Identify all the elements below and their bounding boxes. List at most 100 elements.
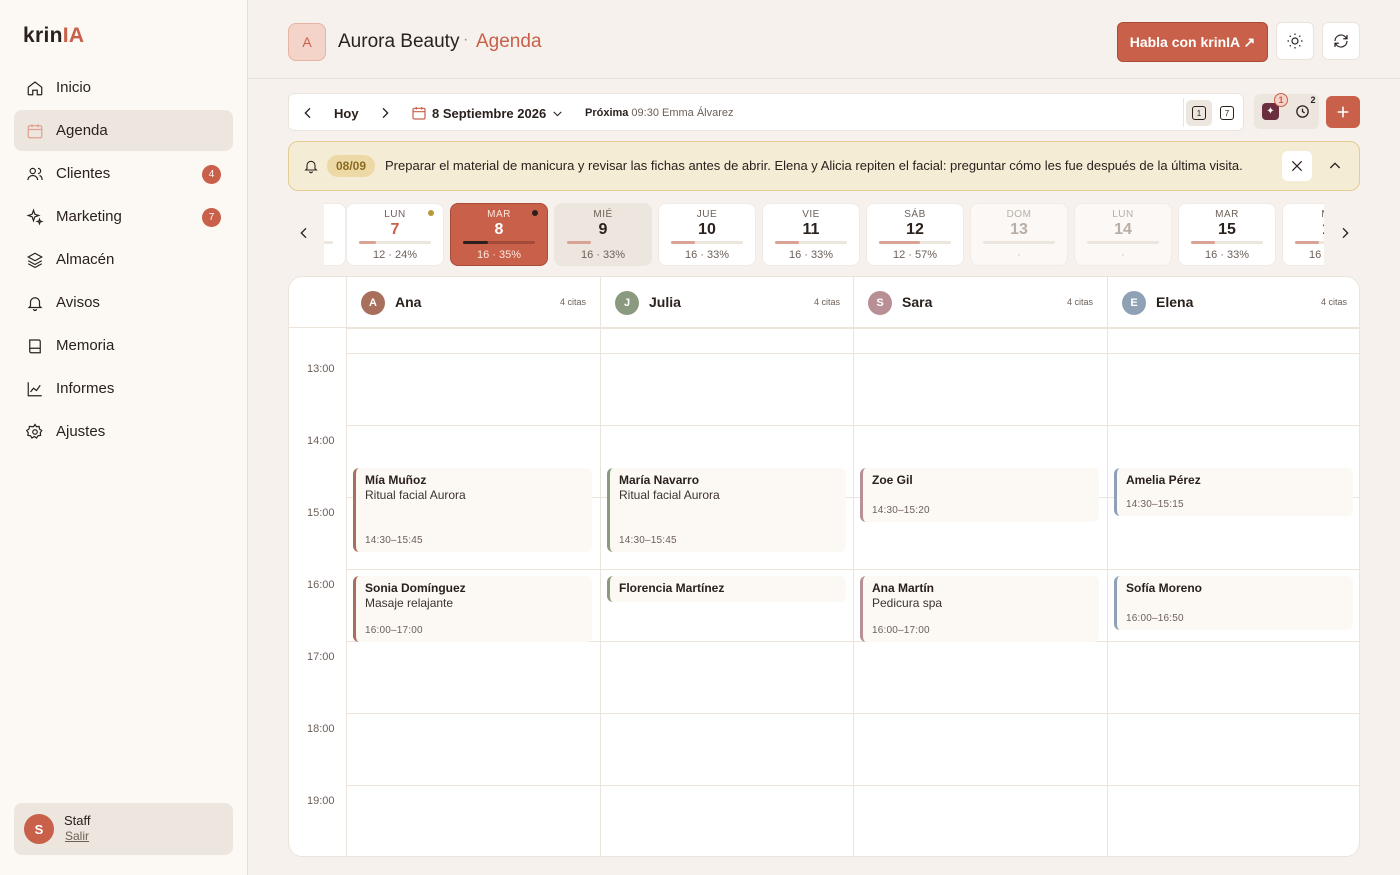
agenda-toolbar: Hoy 8 Septiembre 2026 Próxima 09:30 Emma…	[288, 93, 1244, 131]
day-number: 11	[802, 221, 820, 238]
day-card[interactable]: JUE 10 16 · 33%	[658, 203, 756, 266]
client-name: Sonia Domínguez	[365, 581, 466, 595]
day-summary: 16 · 35%	[476, 249, 522, 261]
sidebar-item-memoria[interactable]: Memoria	[14, 325, 233, 366]
close-icon	[1291, 160, 1303, 172]
staff-column-header[interactable]: J Julia 4 citas	[600, 277, 854, 328]
theme-toggle-button[interactable]	[1276, 22, 1314, 60]
day-card[interactable]: MAR 15 16 · 33%	[1178, 203, 1276, 266]
sidebar-item-ajustes[interactable]: Ajustes	[14, 411, 233, 452]
view-switcher: 1 7	[1183, 98, 1239, 127]
occupancy-fill	[671, 241, 695, 244]
sidebar-item-almacen[interactable]: Almacén	[14, 239, 233, 280]
next-day-button[interactable]	[377, 94, 393, 132]
day-card[interactable]: SÁB 12 12 · 57%	[866, 203, 964, 266]
chevron-right-icon[interactable]	[1337, 225, 1353, 241]
occupancy-bar	[983, 241, 1055, 244]
sun-icon	[1287, 33, 1303, 49]
occupancy-fill	[463, 241, 489, 244]
staff-avatar: E	[1122, 291, 1146, 315]
column-divider	[600, 328, 601, 856]
logout-link[interactable]: Salir	[65, 829, 89, 843]
day-view-button[interactable]: 1	[1186, 100, 1212, 126]
day-card[interactable]: LUN 14 ·	[1074, 203, 1172, 266]
day-card[interactable]: VIE 11 16 · 33%	[762, 203, 860, 266]
business-avatar: A	[288, 23, 326, 61]
day-number: 12	[906, 221, 924, 238]
chevron-left-icon[interactable]	[296, 225, 312, 241]
talk-to-krinia-button[interactable]: Habla con krinIA ↗	[1117, 22, 1268, 62]
day-card[interactable]: MIÉ 9 16 · 33%	[554, 203, 652, 266]
hour-label: 14:00	[307, 435, 335, 447]
staff-column-header[interactable]: E Elena 4 citas	[1107, 277, 1359, 328]
column-divider	[853, 328, 854, 856]
sparkles-icon	[26, 207, 44, 226]
chevron-right-icon	[382, 107, 389, 119]
hour-label: 17:00	[307, 651, 335, 663]
date-picker-button[interactable]: 8 Septiembre 2026	[411, 94, 564, 132]
sidebar-item-informes[interactable]: Informes	[14, 368, 233, 409]
close-notice-button[interactable]	[1282, 151, 1312, 181]
client-name: Zoe Gil	[872, 473, 913, 487]
staff-name: Elena	[1156, 294, 1194, 310]
pending-badge: 2	[1310, 95, 1316, 105]
day-summary: ·	[1017, 249, 1021, 261]
day-of-week: MIÉ	[1283, 209, 1324, 220]
refresh-button[interactable]	[1322, 22, 1360, 60]
sidebar-item-marketing[interactable]: Marketing 7	[14, 196, 233, 237]
sidebar-item-avisos[interactable]: Avisos	[14, 282, 233, 323]
sidebar-item-label: Agenda	[56, 122, 108, 139]
appointment-card[interactable]: Sonia Domínguez Masaje relajante 16:00–17:…	[353, 576, 592, 642]
sidebar-item-clientes[interactable]: Clientes 4	[14, 153, 233, 194]
next-appointment[interactable]: Próxima 09:30 Emma Álvarez	[585, 94, 734, 132]
sidebar-item-label: Almacén	[56, 251, 115, 268]
sidebar-item-agenda[interactable]: Agenda	[14, 110, 233, 151]
appointment-card[interactable]: Florencia Martínez	[607, 576, 846, 603]
daily-notice: 08/09 Preparar el material de manicura y…	[288, 141, 1360, 191]
day-strip: LUN 7 12 · 24% MAR 8 16 · 35% MIÉ 9 16 · 33% JUE 1…	[324, 203, 1324, 266]
appointment-card[interactable]: María Navarro Ritual facial Aurora 14:30–1…	[607, 468, 846, 552]
clientes-badge: 4	[202, 165, 221, 184]
sidebar-item-label: Marketing	[56, 208, 122, 225]
client-name: Mía Muñoz	[365, 473, 427, 487]
day-card[interactable]: LUN 7 12 · 24%	[346, 203, 444, 266]
appointment-card[interactable]: Amelia Pérez 14:30–15:15	[1114, 468, 1353, 516]
app-logo[interactable]: krinIA	[23, 24, 84, 48]
appointment-card[interactable]: Sofía Moreno 16:00–16:50	[1114, 576, 1353, 630]
prev-day-button[interactable]	[300, 94, 316, 132]
next-value: 09:30 Emma Álvarez	[631, 107, 734, 119]
day-of-week: SÁB	[904, 209, 926, 220]
appointment-card[interactable]: Ana Martín Pedicura spa 16:00–17:00	[860, 576, 1099, 642]
add-appointment-button[interactable]	[1326, 96, 1360, 128]
appointment-time: 16:00–17:00	[365, 625, 423, 636]
staff-column-header[interactable]: A Ana 4 citas	[346, 277, 600, 328]
occupancy-bar	[567, 241, 639, 244]
appointment-time: 16:00–16:50	[1126, 612, 1184, 624]
day-card[interactable]	[324, 203, 346, 266]
day-number: 9	[598, 221, 608, 238]
users-icon	[26, 165, 44, 183]
today-button[interactable]: Hoy	[334, 94, 359, 132]
hour-label: 13:00	[307, 363, 335, 375]
appointment-time: 16:00–17:00	[872, 625, 930, 636]
day-of-week: JUE	[696, 209, 718, 220]
hour-divider	[346, 353, 1359, 354]
day-summary: 16 · 33%	[580, 249, 626, 261]
sidebar-item-label: Memoria	[56, 337, 115, 354]
appointment-card[interactable]: Mía Muñoz Ritual facial Aurora 14:30–15:45	[353, 468, 592, 552]
occupancy-bar	[671, 241, 743, 244]
day-card[interactable]: DOM 13 ·	[970, 203, 1068, 266]
week-view-button[interactable]: 7	[1214, 100, 1240, 126]
occupancy-fill	[359, 241, 377, 244]
staff-column-header[interactable]: S Sara 4 citas	[853, 277, 1107, 328]
day-card[interactable]: MIÉ16 16 · 33%	[1282, 203, 1324, 266]
refresh-icon	[1334, 34, 1348, 48]
sidebar-item-label: Clientes	[56, 165, 111, 182]
sidebar-item-inicio[interactable]: Inicio	[14, 67, 233, 108]
appointment-card[interactable]: Zoe Gil 14:30–15:20	[860, 468, 1099, 522]
staff-avatar: A	[361, 291, 385, 315]
day-card[interactable]: MAR 8 16 · 35%	[450, 203, 548, 266]
chevron-up-icon[interactable]	[1327, 158, 1343, 174]
day-view-icon: 1	[1192, 106, 1206, 120]
occupancy-bar	[879, 241, 951, 244]
